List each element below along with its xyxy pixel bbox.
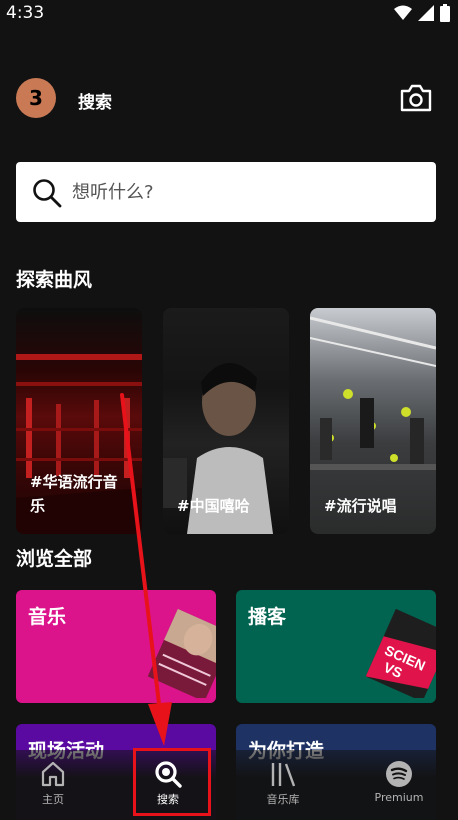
header: 3 搜索	[0, 78, 458, 122]
genre-label: #中国嘻哈	[177, 497, 250, 515]
nav-item-library[interactable]: 音乐库	[238, 760, 328, 807]
status-icons	[394, 4, 450, 22]
nav-item-home[interactable]: 主页	[8, 760, 98, 807]
home-icon	[41, 761, 65, 787]
nav-label: 主页	[42, 793, 64, 806]
genre-card-pop-rap[interactable]: #流行说唱	[310, 308, 436, 534]
status-bar: 4:33	[0, 0, 458, 26]
browse-section-title: 浏览全部	[16, 548, 93, 570]
genre-label: #流行说唱	[324, 497, 397, 515]
search-icon	[33, 179, 62, 208]
nav-item-premium[interactable]: Premium	[354, 760, 444, 804]
search-box[interactable]	[16, 162, 436, 222]
genre-card-mandopop[interactable]: #华语流行音乐	[16, 308, 142, 534]
page-title: 搜索	[78, 93, 112, 113]
browse-label: 音乐	[28, 606, 67, 628]
library-icon	[271, 763, 296, 787]
genre-card-chinese-hiphop[interactable]: #中国嘻哈	[163, 308, 289, 534]
explore-section-title: 探索曲风	[16, 269, 93, 291]
camera-icon[interactable]	[399, 83, 433, 113]
nav-label: 音乐库	[266, 793, 300, 806]
signal-icon	[418, 5, 434, 21]
podcast-cover-art: SCIEN VS	[365, 608, 436, 698]
genre-label: #华语流行音乐	[30, 473, 118, 515]
browse-label: 播客	[248, 606, 287, 628]
annotation-highlight-box	[133, 748, 211, 816]
battery-icon	[440, 4, 450, 22]
bottom-nav: 主页 搜索 音乐库 Premium	[0, 750, 458, 820]
spotify-icon	[386, 761, 412, 787]
wifi-icon	[394, 5, 412, 20]
nav-label: Premium	[374, 791, 424, 804]
album-cover-art	[147, 608, 216, 698]
status-time: 4:33	[6, 3, 45, 23]
avatar[interactable]: 3	[16, 78, 56, 118]
browse-card-music[interactable]: 音乐	[16, 590, 216, 703]
browse-card-podcasts[interactable]: 播客 SCIEN VS	[236, 590, 436, 703]
search-input[interactable]	[72, 162, 412, 222]
